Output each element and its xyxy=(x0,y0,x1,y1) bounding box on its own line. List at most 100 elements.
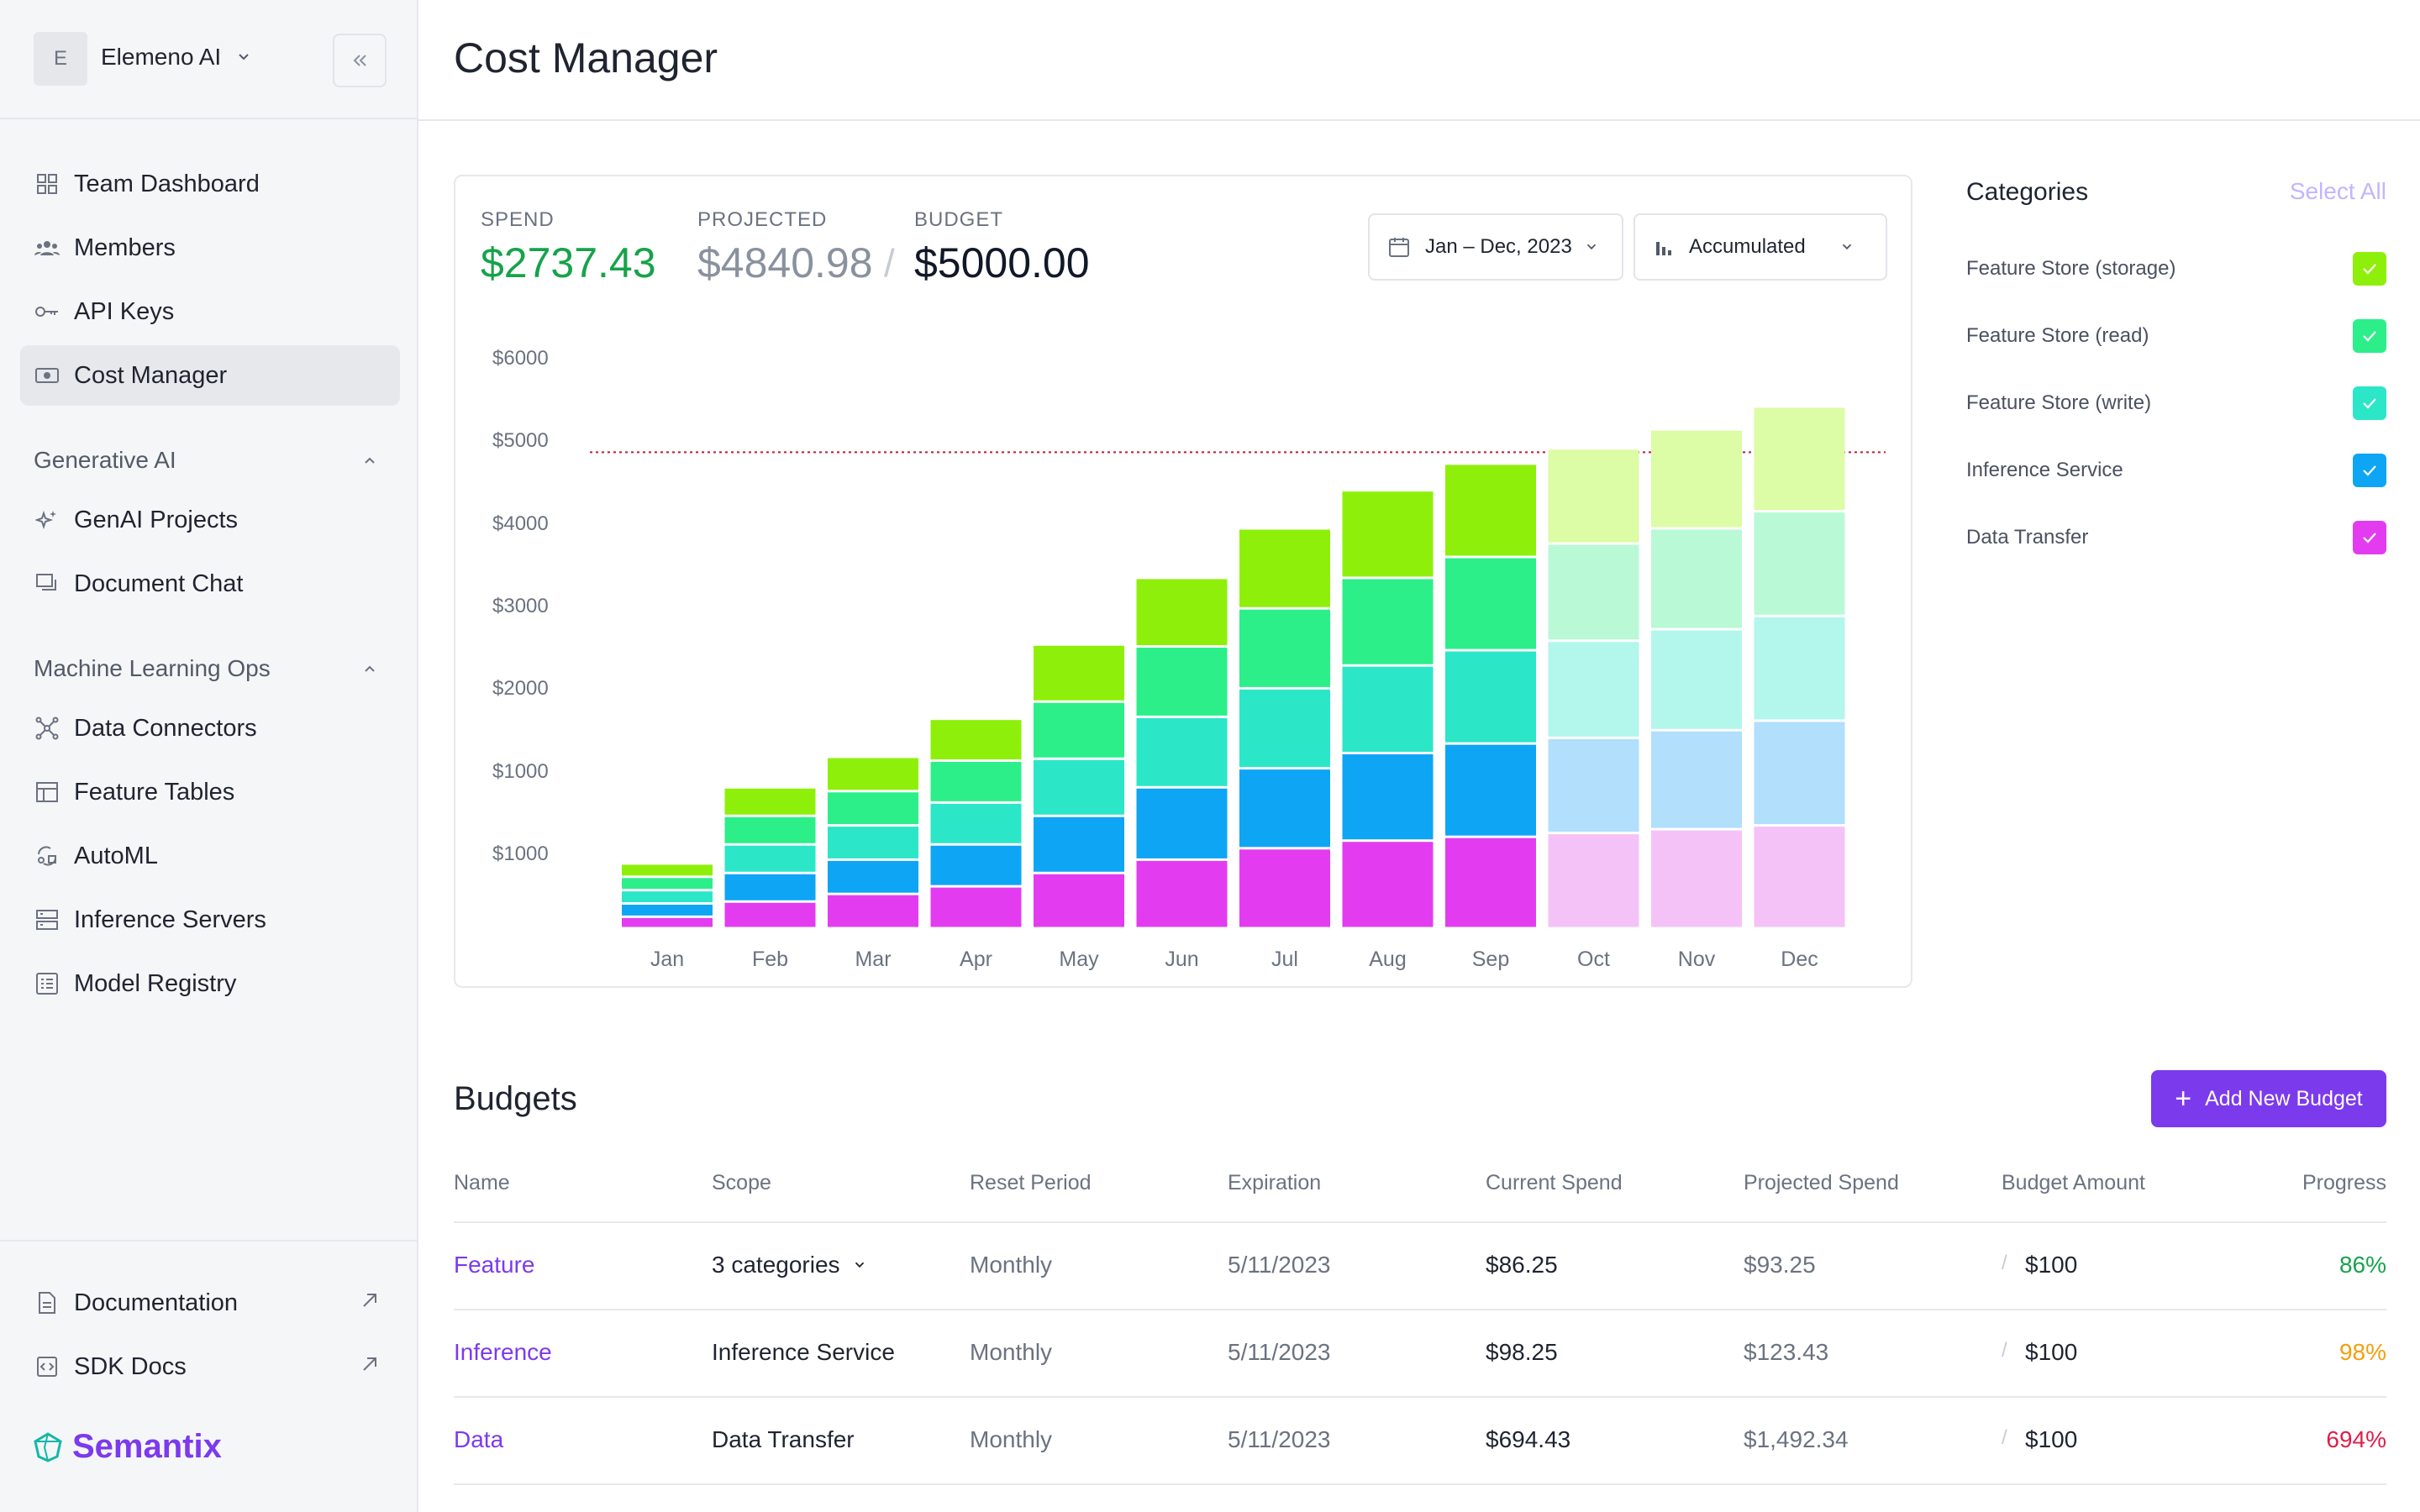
budget-name-link[interactable]: Feature xyxy=(454,1252,535,1278)
chevron-down-icon[interactable] xyxy=(235,49,252,70)
category-checkbox[interactable] xyxy=(2353,386,2386,420)
budget-name-link[interactable]: Data xyxy=(454,1426,503,1453)
projected-spend: $123.43 xyxy=(1744,1339,1829,1365)
category-row[interactable]: Feature Store (read) xyxy=(1966,319,2386,353)
bar-segment xyxy=(1136,579,1228,646)
category-row[interactable]: Feature Store (write) xyxy=(1966,386,2386,420)
bar-segment xyxy=(930,845,1022,885)
bar-segment xyxy=(1754,512,1845,615)
bar-segment xyxy=(1136,788,1228,858)
sparkles-icon xyxy=(34,507,60,533)
grid-icon xyxy=(34,171,60,197)
category-checkbox[interactable] xyxy=(2353,252,2386,286)
sidebar-item-cost-manager[interactable]: Cost Manager xyxy=(20,345,400,406)
bar-segment xyxy=(1651,430,1742,528)
chevron-down-icon xyxy=(852,1252,867,1278)
sidebar-item-documentation[interactable]: Documentation xyxy=(20,1273,400,1333)
row-divider xyxy=(454,1396,2386,1398)
row-divider xyxy=(454,1483,2386,1485)
category-row[interactable]: Data Transfer xyxy=(1966,521,2386,554)
section-generative-ai[interactable]: Generative AI xyxy=(34,444,378,477)
bar-segment xyxy=(1754,407,1845,511)
bar-segment xyxy=(724,845,816,872)
add-new-budget-button[interactable]: + Add New Budget xyxy=(2151,1070,2386,1127)
semantix-logo-icon xyxy=(34,1431,62,1462)
bar-segment xyxy=(1136,648,1228,716)
bar-segment xyxy=(1548,738,1639,832)
sidebar-item-api-keys[interactable]: API Keys xyxy=(20,281,400,342)
bar-segment xyxy=(1651,529,1742,628)
category-label: Feature Store (write) xyxy=(1966,391,2152,414)
bar-segment xyxy=(1548,544,1639,640)
bar-segment xyxy=(1445,744,1536,836)
bar-segment xyxy=(1342,579,1434,664)
sidebar-item-inference-servers[interactable]: Inference Servers xyxy=(20,890,400,950)
x-tick-label: Aug xyxy=(1369,948,1406,971)
category-checkbox[interactable] xyxy=(2353,521,2386,554)
scope-dropdown[interactable]: 3 categories xyxy=(712,1252,867,1278)
sidebar-item-genai-projects[interactable]: GenAI Projects xyxy=(20,490,400,550)
x-tick-label: Sep xyxy=(1472,948,1509,971)
brand-logo[interactable]: Semantix xyxy=(32,1428,222,1466)
check-icon xyxy=(2363,398,2376,409)
y-tick-label: $1000 xyxy=(492,843,549,865)
sidebar-item-label: Inference Servers xyxy=(74,906,266,933)
code-icon xyxy=(34,1353,60,1380)
category-checkbox[interactable] xyxy=(2353,319,2386,353)
x-tick-label: Jul xyxy=(1271,948,1298,971)
key-icon xyxy=(34,298,60,325)
budget-name-link[interactable]: Inference xyxy=(454,1339,552,1366)
sidebar-item-model-registry[interactable]: Model Registry xyxy=(20,953,400,1014)
section-machine-learning-ops[interactable]: Machine Learning Ops xyxy=(34,652,378,685)
category-label: Feature Store (storage) xyxy=(1966,257,2176,280)
sidebar-item-label: GenAI Projects xyxy=(74,506,239,533)
bar-segment xyxy=(1651,830,1742,927)
org-name[interactable]: Elemeno AI xyxy=(101,44,221,71)
external-link-icon xyxy=(360,1289,380,1317)
sidebar-item-label: API Keys xyxy=(74,297,175,325)
sidebar-item-label: Cost Manager xyxy=(74,361,228,389)
registry-icon xyxy=(34,970,60,997)
sidebar-item-label: Team Dashboard xyxy=(74,170,260,197)
cost-chart-card: SPEND $2737.43 PROJECTED $4840.98 / BUDG… xyxy=(454,175,1912,988)
collapse-sidebar-button[interactable] xyxy=(333,34,387,87)
bar-segment xyxy=(622,905,713,916)
bar-segment xyxy=(1239,849,1330,927)
sidebar-item-label: Model Registry xyxy=(74,969,237,997)
sidebar-item-feature-tables[interactable]: Feature Tables xyxy=(20,762,400,822)
sidebar-item-label: AutoML xyxy=(74,842,158,869)
category-checkbox[interactable] xyxy=(2353,454,2386,487)
bar-segment xyxy=(1548,449,1639,543)
sidebar-item-members[interactable]: Members xyxy=(20,218,400,278)
check-icon xyxy=(2363,264,2376,275)
sidebar-item-data-connectors[interactable]: Data Connectors xyxy=(20,698,400,759)
expiration-date: 5/11/2023 xyxy=(1228,1339,1331,1365)
sidebar-item-sdk-docs[interactable]: SDK Docs xyxy=(20,1336,400,1397)
sidebar-item-label: Data Connectors xyxy=(74,714,257,742)
column-header: Current Spend xyxy=(1486,1171,1623,1194)
expiration-date: 5/11/2023 xyxy=(1228,1252,1331,1278)
org-avatar[interactable]: E xyxy=(34,32,87,86)
sidebar-item-automl[interactable]: AutoML xyxy=(20,826,400,886)
select-all-link[interactable]: Select All xyxy=(2290,178,2386,205)
bar-segment xyxy=(828,895,918,927)
category-row[interactable]: Inference Service xyxy=(1966,454,2386,487)
current-spend: $98.25 xyxy=(1486,1339,1558,1365)
bar-segment xyxy=(1239,529,1330,607)
expiration-date: 5/11/2023 xyxy=(1228,1426,1331,1452)
bar-segment xyxy=(622,917,713,927)
y-tick-label: $1000 xyxy=(492,760,549,783)
category-row[interactable]: Feature Store (storage) xyxy=(1966,252,2386,286)
external-link-icon xyxy=(360,1353,380,1381)
section-label: Machine Learning Ops xyxy=(34,655,271,681)
bar-segment xyxy=(724,902,816,927)
budget-amount: $100 xyxy=(2025,1339,2078,1365)
bar-segment xyxy=(724,816,816,843)
org-switcher-area: E Elemeno AI xyxy=(0,0,417,119)
sidebar-item-document-chat[interactable]: Document Chat xyxy=(20,554,400,614)
sidebar-item-team-dashboard[interactable]: Team Dashboard xyxy=(20,154,400,214)
bar-segment xyxy=(1034,702,1124,758)
bar-segment xyxy=(1034,645,1124,701)
bar-segment xyxy=(1034,759,1124,815)
amount-separator: / xyxy=(2002,1252,2007,1274)
